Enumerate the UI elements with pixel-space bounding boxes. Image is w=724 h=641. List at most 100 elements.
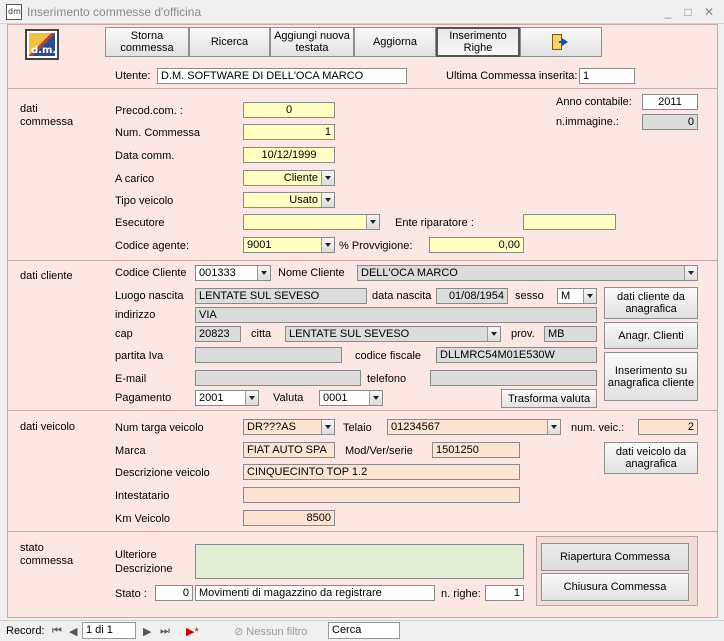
cap-field[interactable]: 20823 [195, 326, 241, 342]
telaio-select[interactable]: 01234567 [387, 419, 561, 435]
current-record-field[interactable]: 1 di 1 [82, 622, 136, 639]
anno-contabile-field[interactable]: 2011 [642, 94, 698, 110]
dm-logo[interactable]: d.m. [25, 29, 59, 60]
telefono-field[interactable] [430, 370, 597, 386]
partita-iva-field[interactable] [195, 347, 342, 363]
close-button[interactable]: ✕ [701, 4, 717, 20]
sesso-select[interactable]: M [557, 288, 597, 304]
precod-label: Precod.com. : [115, 105, 183, 117]
ente-riparatore-label: Ente riparatore : [395, 217, 474, 229]
chevron-down-icon[interactable] [583, 289, 596, 303]
n-immagine-field[interactable]: 0 [642, 114, 698, 130]
email-field[interactable] [195, 370, 361, 386]
search-field[interactable]: Cerca [328, 622, 400, 639]
dati-veicolo-anagrafica-button[interactable]: dati veicolo da anagrafica [604, 442, 698, 474]
precod-field[interactable]: 0 [243, 102, 335, 118]
a-carico-select[interactable]: Cliente [243, 170, 335, 186]
cap-label: cap [115, 328, 133, 340]
new-record-icon[interactable]: ▶* [186, 625, 199, 638]
intestatario-label: Intestatario [115, 490, 170, 502]
tipo-veicolo-select[interactable]: Usato [243, 192, 335, 208]
chevron-down-icon[interactable] [321, 193, 334, 207]
record-label: Record: [6, 625, 45, 637]
targa-select[interactable]: DR???AS [243, 419, 335, 435]
exit-door-icon [552, 34, 570, 50]
a-carico-label: A carico [115, 173, 155, 185]
chevron-down-icon[interactable] [245, 391, 258, 405]
ente-riparatore-field[interactable] [523, 214, 616, 230]
num-veic-field[interactable]: 2 [638, 419, 698, 435]
stato-text-field[interactable]: Movimenti di magazzino da registrare [195, 585, 435, 601]
codice-fiscale-field[interactable]: DLLMRC54M01E530W [436, 347, 597, 363]
codice-cliente-label: Codice Cliente [115, 267, 187, 279]
targa-value: DR???AS [247, 421, 296, 433]
codice-cliente-select[interactable]: 001333 [195, 265, 271, 281]
form-body: d.m. Storna commessa Ricerca Aggiungi nu… [7, 24, 718, 618]
esecutore-select[interactable] [243, 214, 380, 230]
citta-select[interactable]: LENTATE SUL SEVESO [285, 326, 501, 342]
utente-field[interactable]: D.M. SOFTWARE DI DELL'OCA MARCO [157, 68, 407, 84]
nome-cliente-select[interactable]: DELL'OCA MARCO [357, 265, 698, 281]
codice-agente-select[interactable]: 9001 [243, 237, 335, 253]
marca-field[interactable]: FIAT AUTO SPA [243, 442, 335, 458]
data-comm-label: Data comm. [115, 150, 175, 162]
window-title: Inserimento commesse d'officina [27, 5, 202, 19]
chevron-down-icon[interactable] [547, 420, 560, 434]
citta-value: LENTATE SUL SEVESO [289, 328, 410, 340]
separator [8, 410, 717, 411]
exit-button[interactable] [520, 27, 602, 57]
trasforma-valuta-button[interactable]: Trasforma valuta [501, 389, 597, 408]
data-comm-field[interactable]: 10/12/1999 [243, 147, 335, 163]
storna-commessa-button[interactable]: Storna commessa [105, 27, 189, 57]
inserimento-righe-button[interactable]: Inserimento Righe [436, 27, 520, 57]
inserimento-anagrafica-cliente-button[interactable]: Inserimento su anagrafica cliente [604, 352, 698, 401]
next-record-icon[interactable]: ▶ [143, 625, 151, 638]
section-dati-veicolo: dati veicolo [20, 421, 76, 433]
n-immagine-label: n.immagine.: [556, 116, 619, 128]
prov-field[interactable]: MB [544, 326, 597, 342]
last-record-icon[interactable]: ⏭ [160, 625, 170, 638]
chevron-down-icon[interactable] [366, 215, 379, 229]
chevron-down-icon[interactable] [321, 420, 334, 434]
chevron-down-icon[interactable] [369, 391, 382, 405]
chevron-down-icon[interactable] [321, 171, 334, 185]
filter-icon: ⊘ [234, 626, 247, 638]
n-righe-field[interactable]: 1 [485, 585, 524, 601]
dati-cliente-anagrafica-button[interactable]: dati cliente da anagrafica [604, 287, 698, 319]
chevron-down-icon[interactable] [257, 266, 270, 280]
codice-agente-label: Codice agente: [115, 240, 189, 252]
chevron-down-icon[interactable] [321, 238, 334, 252]
stato-code-field[interactable]: 0 [155, 585, 193, 601]
prev-record-icon[interactable]: ◀ [69, 625, 77, 638]
ultima-commessa-field[interactable]: 1 [579, 68, 635, 84]
stato-label: Stato : [115, 588, 147, 600]
luogo-nascita-field[interactable]: LENTATE SUL SEVESO [195, 288, 367, 304]
codice-agente-value: 9001 [247, 239, 272, 251]
riapertura-commessa-button[interactable]: Riapertura Commessa [541, 543, 689, 571]
minimize-button[interactable]: _ [660, 4, 676, 20]
valuta-value: 0001 [323, 392, 348, 404]
section-dati-cliente: dati cliente [20, 270, 73, 282]
maximize-button[interactable]: □ [680, 4, 696, 20]
data-nascita-field[interactable]: 01/08/1954 [436, 288, 508, 304]
provvigione-field[interactable]: 0,00 [429, 237, 524, 253]
km-veicolo-field[interactable]: 8500 [243, 510, 335, 526]
num-commessa-field[interactable]: 1 [243, 124, 335, 140]
descrizione-veicolo-field[interactable]: CINQUECINTO TOP 1.2 [243, 464, 520, 480]
mod-ver-serie-field[interactable]: 1501250 [432, 442, 520, 458]
pagamento-select[interactable]: 2001 [195, 390, 259, 406]
anagr-clienti-button[interactable]: Anagr. Clienti [604, 322, 698, 349]
chevron-down-icon[interactable] [487, 327, 500, 341]
aggiorna-button[interactable]: Aggiorna [354, 27, 436, 57]
codice-fiscale-label: codice fiscale [355, 350, 422, 362]
first-record-icon[interactable]: ⏮ [52, 625, 62, 638]
chiusura-commessa-button[interactable]: Chiusura Commessa [541, 573, 689, 601]
valuta-select[interactable]: 0001 [319, 390, 383, 406]
indirizzo-field[interactable]: VIA [195, 307, 597, 323]
intestatario-field[interactable] [243, 487, 520, 503]
chevron-down-icon[interactable] [684, 266, 697, 280]
filter-status[interactable]: ⊘ Nessun filtro [234, 625, 307, 638]
ricerca-button[interactable]: Ricerca [189, 27, 270, 57]
aggiungi-nuova-testata-button[interactable]: Aggiungi nuova testata [270, 27, 354, 57]
ulteriore-descrizione-field[interactable] [195, 544, 524, 579]
